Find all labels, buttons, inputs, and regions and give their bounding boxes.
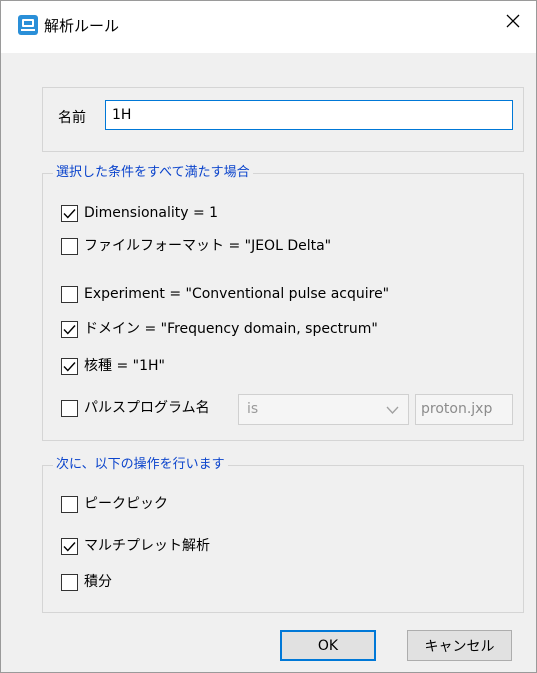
condition-label: ファイルフォーマット = "JEOL Delta" bbox=[84, 238, 332, 254]
condition-label: Experiment = "Conventional pulse acquire… bbox=[84, 286, 390, 302]
ok-button-label: OK bbox=[317, 637, 339, 654]
conditions-title: 選択した条件をすべて満たす場合 bbox=[53, 164, 253, 182]
condition-label: Dimensionality = 1 bbox=[84, 205, 219, 221]
actions-title: 次に、以下の操作を行います bbox=[53, 456, 228, 474]
app-icon bbox=[18, 15, 38, 35]
checkbox[interactable] bbox=[61, 399, 78, 417]
action-multiplet-analysis[interactable]: マルチプレット解析 bbox=[61, 535, 210, 557]
chevron-down-icon bbox=[386, 406, 399, 414]
close-button[interactable] bbox=[490, 1, 536, 41]
checkbox[interactable] bbox=[61, 495, 78, 513]
close-icon bbox=[506, 14, 520, 28]
dialog-window: 解析ルール 名前 選択した条件をすべて満たす場合 Dimensionality … bbox=[0, 0, 537, 673]
pulse-program-value: proton.jxp bbox=[421, 401, 493, 417]
checkmark-icon bbox=[63, 541, 76, 552]
checkbox[interactable] bbox=[61, 237, 78, 255]
pulse-operator-select[interactable]: is bbox=[238, 394, 409, 425]
checkmark-icon bbox=[63, 208, 76, 219]
ok-button[interactable]: OK bbox=[280, 630, 376, 661]
condition-pulse-program[interactable]: パルスプログラム名 bbox=[61, 397, 210, 419]
checkmark-icon bbox=[63, 361, 76, 372]
cancel-button[interactable]: キャンセル bbox=[407, 630, 512, 661]
pulse-program-input[interactable]: proton.jxp bbox=[415, 394, 513, 425]
checkbox[interactable] bbox=[61, 320, 78, 338]
checkbox[interactable] bbox=[61, 573, 78, 591]
checkbox[interactable] bbox=[61, 357, 78, 375]
checkbox[interactable] bbox=[61, 285, 78, 303]
checkbox[interactable] bbox=[61, 204, 78, 222]
condition-label: ドメイン = "Frequency domain, spectrum" bbox=[84, 321, 378, 337]
action-integration[interactable]: 積分 bbox=[61, 571, 112, 593]
action-peak-pick[interactable]: ピークピック bbox=[61, 493, 168, 515]
action-label: マルチプレット解析 bbox=[84, 538, 210, 554]
name-label: 名前 bbox=[58, 110, 86, 126]
pulse-operator-value: is bbox=[247, 401, 259, 417]
title-bar: 解析ルール bbox=[1, 1, 536, 53]
condition-nucleus[interactable]: 核種 = "1H" bbox=[61, 355, 165, 377]
action-label: ピークピック bbox=[84, 496, 168, 512]
window-title: 解析ルール bbox=[44, 17, 120, 35]
condition-dimensionality[interactable]: Dimensionality = 1 bbox=[61, 202, 218, 224]
condition-label: パルスプログラム名 bbox=[84, 400, 210, 416]
checkmark-icon bbox=[63, 324, 76, 335]
condition-label: 核種 = "1H" bbox=[84, 358, 165, 374]
name-input[interactable] bbox=[105, 100, 513, 130]
condition-experiment[interactable]: Experiment = "Conventional pulse acquire… bbox=[61, 283, 389, 305]
condition-file-format[interactable]: ファイルフォーマット = "JEOL Delta" bbox=[61, 235, 331, 257]
cancel-button-label: キャンセル bbox=[424, 638, 495, 655]
checkbox[interactable] bbox=[61, 537, 78, 555]
condition-domain[interactable]: ドメイン = "Frequency domain, spectrum" bbox=[61, 318, 378, 340]
action-label: 積分 bbox=[84, 574, 112, 590]
